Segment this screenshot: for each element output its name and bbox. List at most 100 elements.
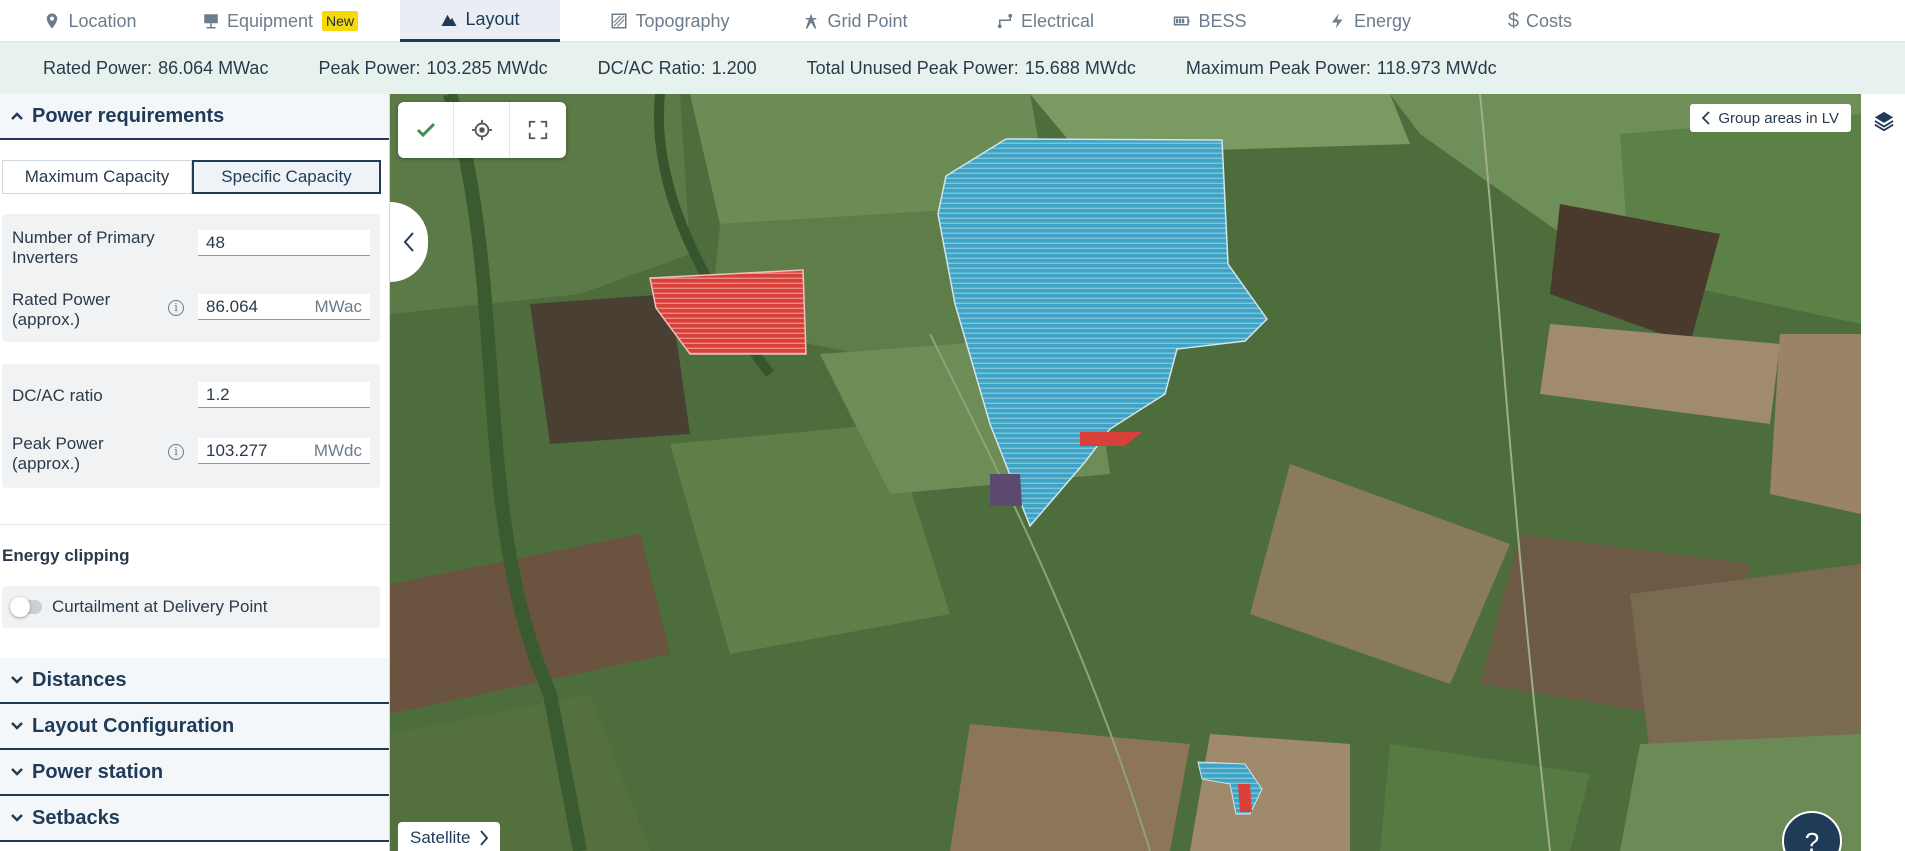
summary-label: Total Unused Peak Power: [806,57,1019,78]
peak-power-label: Peak Power (approx.) [12,434,104,473]
tab-topography[interactable]: Topography [590,0,750,42]
section-title: Power station [32,760,164,783]
maximum-capacity-option[interactable]: Maximum Capacity [2,160,192,194]
group-areas-label: Group areas in LV [1718,109,1839,127]
ratio-card: DC/AC ratio 1.2 Peak Power (approx.) i 1… [2,364,380,488]
rated-power-unit: MWac [314,297,362,316]
chevron-down-icon [11,722,23,730]
summary-rated-power: Rated Power: 86.064 MWac [43,58,268,79]
inverters-label: Number of Primary Inverters [12,228,155,267]
mountain-icon [441,14,457,26]
section-title: Layout Configuration [32,714,235,737]
panel-icon [204,14,218,29]
rated-power-label: Rated Power (approx.) [12,290,111,329]
summary-label: DC/AC Ratio: [597,57,706,78]
tower-icon [806,13,817,29]
section-power-station[interactable]: Power station [0,750,389,796]
dollar-icon: $ [1507,9,1520,32]
fullscreen-icon [528,120,548,140]
rated-power-value: 86.064 [206,297,258,316]
section-setbacks[interactable]: Setbacks [0,796,389,842]
topography-icon [611,13,627,29]
chevron-left-icon [403,232,414,252]
tab-label: Layout [465,9,520,29]
curtailment-toggle-row[interactable]: Curtailment at Delivery Point [2,586,380,628]
satellite-label: Satellite [410,828,471,847]
tab-grid-point[interactable]: Grid Point [790,0,920,42]
crosshair-icon [471,119,492,141]
peak-power-value: 103.277 [206,441,268,460]
section-power-requirements[interactable]: Power requirements [0,94,389,140]
chevron-down-icon [11,768,23,776]
tab-label: Costs [1526,10,1573,31]
peak-power-row: Peak Power (approx.) i 103.277 MWdc [12,434,374,478]
locate-button[interactable] [454,102,510,158]
summary-value: 15.688 MWdc [1024,57,1136,78]
peak-power-input[interactable]: 103.277 MWdc [198,438,370,464]
section-distances[interactable]: Distances [0,658,389,704]
tab-costs[interactable]: $ Costs [1485,0,1595,42]
tab-label: Topography [635,10,730,31]
top-navigation: Location Equipment New Layout Topography… [0,0,1905,42]
section-title: Power requirements [32,104,225,127]
tab-energy[interactable]: Energy [1315,0,1425,42]
divider [0,524,389,525]
tab-label: Grid Point [827,10,908,31]
satellite-toggle-button[interactable]: Satellite [398,822,501,851]
tab-label: BESS [1198,10,1247,31]
group-areas-button[interactable]: Group areas in LV [1690,104,1851,132]
dcac-input[interactable]: 1.2 [198,382,370,408]
tab-label: Energy [1353,10,1412,31]
satellite-map[interactable]: Group areas in LV Satellite [390,94,1861,851]
summary-unused-power: Total Unused Peak Power: 15.688 MWdc [807,58,1136,79]
chevron-up-icon [11,112,23,120]
tab-equipment[interactable]: Equipment New [195,0,365,42]
info-icon[interactable]: i [168,300,184,316]
left-panel: Power requirements Maximum Capacity Spec… [0,94,390,851]
map-imagery [390,94,1861,851]
inverters-input[interactable]: 48 [198,230,370,256]
summary-value: 86.064 MWac [158,57,269,78]
chevron-left-icon [1702,111,1711,125]
summary-label: Peak Power: [318,57,421,78]
info-icon[interactable]: i [168,444,184,460]
bolt-icon [1331,13,1343,29]
peak-power-unit: MWdc [313,441,362,460]
rated-power-row: Rated Power (approx.) i 86.064 MWac [12,290,374,334]
curtailment-toggle[interactable] [10,597,42,617]
summary-bar: Rated Power: 86.064 MWac Peak Power: 103.2… [0,42,1905,94]
section-title: Setbacks [32,806,120,829]
tab-label: Equipment [226,10,314,31]
map-toolbar [398,102,566,158]
tab-label: Electrical [1020,10,1095,31]
curtailment-label: Curtailment at Delivery Point [52,597,268,616]
summary-peak-power: Peak Power: 103.285 MWdc [318,58,547,79]
rated-power-input[interactable]: 86.064 MWac [198,294,370,320]
summary-max-power: Maximum Peak Power: 118.973 MWdc [1186,58,1497,79]
chevron-right-icon [480,830,489,846]
specific-capacity-option[interactable]: Specific Capacity [192,160,381,194]
tab-bess[interactable]: BESS [1160,0,1260,42]
summary-label: Maximum Peak Power: [1185,57,1371,78]
section-layout-configuration[interactable]: Layout Configuration [0,704,389,750]
inverters-card: Number of Primary Inverters 48 Rated Pow… [2,214,380,342]
battery-icon [1174,16,1190,26]
summary-dcac-ratio: DC/AC Ratio: 1.200 [598,58,757,79]
summary-value: 118.973 MWdc [1376,57,1497,78]
summary-value: 1.200 [711,57,757,78]
capacity-segmented-control: Maximum Capacity Specific Capacity [2,160,381,194]
energy-clipping-title: Energy clipping [2,546,130,565]
tab-location[interactable]: Location [20,0,160,42]
fullscreen-button[interactable] [510,102,566,158]
layers-icon[interactable] [1873,110,1895,132]
new-badge: New [322,11,359,31]
tab-layout[interactable]: Layout [400,0,560,42]
right-rail [1861,94,1905,851]
pin-icon [47,13,58,29]
confirm-button[interactable] [398,102,454,158]
tab-label: Location [68,10,137,31]
inverters-row: Number of Primary Inverters 48 [12,228,374,272]
tab-electrical[interactable]: Electrical [980,0,1110,42]
electrical-icon [997,13,1013,29]
section-title: Distances [32,668,127,691]
